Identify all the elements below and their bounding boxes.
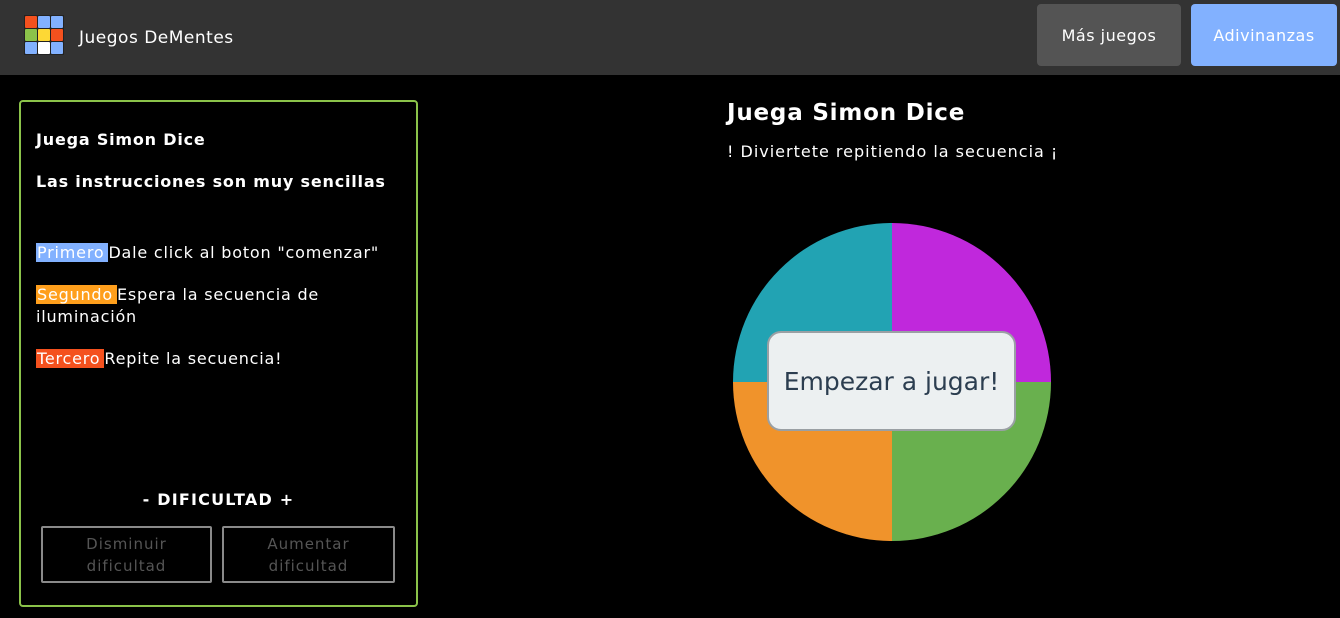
logo-cell [38,29,50,41]
step-text: Dale click al boton "comenzar" [108,243,379,262]
step-tag: Segundo [36,285,117,304]
step-tag: Tercero [36,349,105,368]
logo-cell [38,16,50,28]
logo-cell [51,29,63,41]
top-navbar: Juegos DeMentes Más juegos Adivinanzas [0,0,1340,75]
step-text: Repite la secuencia! [104,349,283,368]
decrease-difficulty-button[interactable]: Disminuir dificultad [41,526,212,583]
grid-logo-icon[interactable] [24,15,64,55]
logo-cell [38,42,50,54]
game-subtitle: ! Diviertete repitiendo la secuencia ¡ [727,142,1059,161]
step-tag: Primero [36,243,109,262]
start-game-button[interactable]: Empezar a jugar! [767,331,1016,431]
step-1: Primero Dale click al boton "comenzar" [36,242,401,264]
step-3: Tercero Repite la secuencia! [36,348,401,370]
game-title: Juega Simon Dice [727,100,966,126]
step-2: Segundo Espera la secuencia de iluminació… [36,284,401,328]
logo-cell [51,42,63,54]
instructions-subtitle: Las instrucciones son muy sencillas [36,172,386,191]
logo-cell [51,16,63,28]
instructions-panel: Juega Simon Dice Las instrucciones son m… [19,100,418,607]
difficulty-label: - DIFICULTAD + [142,490,295,509]
increase-difficulty-button[interactable]: Aumentar dificultad [222,526,395,583]
logo-cell [25,16,37,28]
logo-cell [25,42,37,54]
logo-cell [25,29,37,41]
instructions-title: Juega Simon Dice [36,130,206,149]
more-games-button[interactable]: Más juegos [1037,4,1181,66]
riddles-button[interactable]: Adivinanzas [1191,4,1337,66]
brand-name[interactable]: Juegos DeMentes [79,28,234,48]
